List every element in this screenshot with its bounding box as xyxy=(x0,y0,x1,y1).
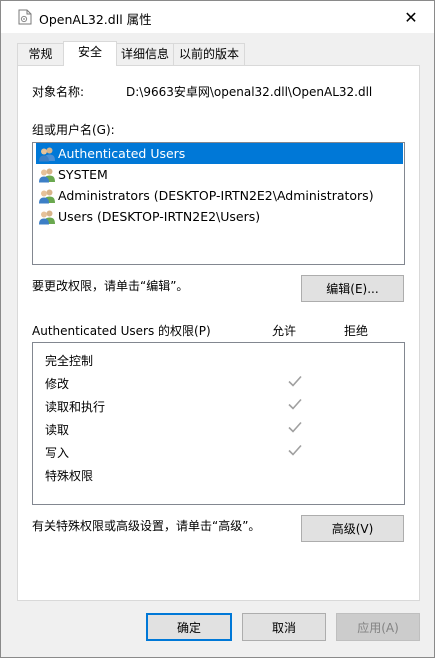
allow-checkmark-icon xyxy=(287,395,303,413)
list-item-administrators[interactable]: Administrators (DESKTOP-IRTN2E2\Administ… xyxy=(36,185,403,206)
properties-dialog: OpenAL32.dll 属性 ✕ 常规 安全 详细信息 以前的版本 对象名称:… xyxy=(0,0,435,658)
permissions-list: 完全控制 修改 读取和执行 读取 写入 特殊权限 xyxy=(32,342,405,505)
window-title: OpenAL32.dll 属性 xyxy=(39,12,152,27)
tab-security[interactable]: 安全 xyxy=(63,41,117,66)
tab-details[interactable]: 详细信息 xyxy=(116,43,174,65)
edit-button[interactable]: 编辑(E)... xyxy=(301,275,404,302)
permission-row-modify: 修改 xyxy=(45,372,395,392)
list-item-users[interactable]: Users (DESKTOP-IRTN2E2\Users) xyxy=(36,206,403,227)
permission-row-full-control: 完全控制 xyxy=(45,354,94,368)
permission-row-special: 特殊权限 xyxy=(45,469,94,483)
tab-previous-versions[interactable]: 以前的版本 xyxy=(173,43,245,65)
group-users-icon xyxy=(38,209,56,225)
title-bar: OpenAL32.dll 属性 ✕ xyxy=(1,1,434,33)
advanced-text: 有关特殊权限或高级设置，请单击“高级”。 xyxy=(32,519,261,533)
allow-checkmark-icon xyxy=(287,441,303,459)
allow-checkmark-icon xyxy=(287,372,303,390)
tab-general[interactable]: 常规 xyxy=(17,43,64,65)
ok-button[interactable]: 确定 xyxy=(146,613,232,641)
group-users-icon xyxy=(38,188,56,204)
group-users-icon xyxy=(38,146,56,162)
list-item-system[interactable]: SYSTEM xyxy=(36,164,403,185)
object-name-value: D:\9663安卓网\openal32.dll\OpenAL32.dll xyxy=(126,85,373,99)
advanced-button[interactable]: 高级(V) xyxy=(301,515,404,542)
allow-checkmark-icon xyxy=(287,418,303,436)
cancel-button[interactable]: 取消 xyxy=(242,613,326,641)
close-button[interactable]: ✕ xyxy=(388,1,434,33)
group-users-icon xyxy=(38,167,56,183)
users-listbox[interactable]: Authenticated Users SYSTEM Administrator… xyxy=(32,142,405,265)
object-name-label: 对象名称: xyxy=(32,85,85,99)
list-item-authenticated-users[interactable]: Authenticated Users xyxy=(36,143,403,164)
permission-row-read-execute: 读取和执行 xyxy=(45,395,395,415)
permission-row-read: 读取 xyxy=(45,418,395,438)
apply-button[interactable]: 应用(A) xyxy=(336,613,420,641)
permissions-title: Authenticated Users 的权限(P) xyxy=(32,324,211,338)
permission-row-write: 写入 xyxy=(45,441,395,461)
groups-label: 组或用户名(G): xyxy=(32,123,115,137)
close-icon: ✕ xyxy=(404,7,418,27)
allow-column-header: 允许 xyxy=(272,324,297,338)
deny-column-header: 拒绝 xyxy=(344,324,369,338)
change-permissions-text: 要更改权限，请单击“编辑”。 xyxy=(32,279,189,293)
dll-file-icon xyxy=(18,9,32,25)
